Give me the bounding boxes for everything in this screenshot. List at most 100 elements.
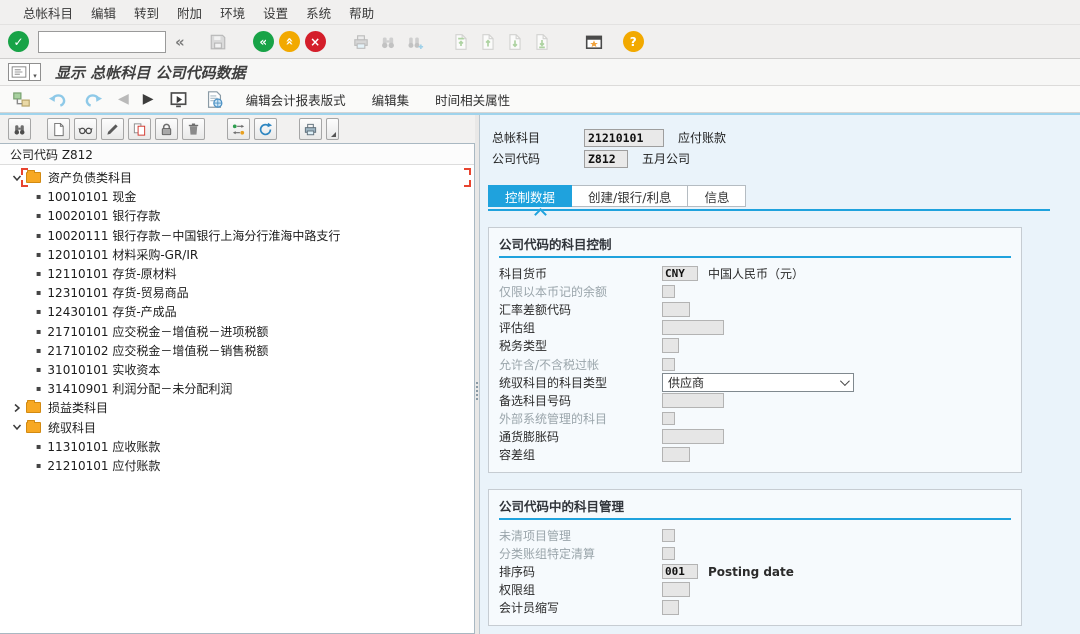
menu-settings[interactable]: 设置 — [254, 0, 297, 25]
chevron-down-icon[interactable] — [12, 173, 22, 183]
command-collapse-icon[interactable]: « — [171, 33, 189, 51]
tree-item-12110101[interactable]: ▪12110101 存货-原材料 — [0, 264, 474, 283]
tax-category-field[interactable] — [662, 338, 679, 353]
tree-folder-balance-sheet[interactable]: 资产负债类科目 — [0, 168, 474, 187]
tree-item-label: 12310101 存货-贸易商品 — [47, 284, 188, 301]
detail-tabs: 控制数据 创建/银行/利息 信息 — [488, 185, 1080, 207]
bullet-icon: ▪ — [36, 288, 41, 297]
refresh-button[interactable] — [254, 118, 277, 140]
first-page-button[interactable] — [450, 31, 472, 53]
tree-item-12430101[interactable]: ▪12430101 存货-产成品 — [0, 302, 474, 321]
find-button[interactable] — [377, 31, 399, 53]
tree-item-12010101[interactable]: ▪12010101 材料采购-GR/IR — [0, 245, 474, 264]
menu-help[interactable]: 帮助 — [340, 0, 383, 25]
valuation-group-field[interactable] — [662, 320, 724, 335]
gl-account-field[interactable]: 21210101 — [584, 129, 664, 147]
tree-item-10010101[interactable]: ▪10010101 现金 — [0, 187, 474, 206]
undo-button[interactable] — [46, 88, 68, 110]
tree-item-21210101[interactable]: ▪21210101 应付账款 — [0, 456, 474, 475]
new-window-star-icon — [585, 33, 603, 51]
find-next-button[interactable] — [404, 31, 426, 53]
menu-extras[interactable]: 附加 — [168, 0, 211, 25]
account-currency-field[interactable]: CNY — [662, 266, 698, 281]
display-change-button[interactable] — [168, 88, 190, 110]
print-button[interactable] — [350, 31, 372, 53]
tab-information[interactable]: 信息 — [688, 185, 746, 207]
tree-folder-recon-accounts[interactable]: 统驭科目 — [0, 417, 474, 436]
authorization-group-field[interactable] — [662, 582, 690, 597]
tree-item-21710101[interactable]: ▪21710101 应交税金－增值税－进项税额 — [0, 322, 474, 341]
display-account-button[interactable] — [74, 118, 97, 140]
edit-set-button[interactable]: 编辑集 — [366, 88, 416, 111]
tree-item-11310101[interactable]: ▪11310101 应收账款 — [0, 437, 474, 456]
tree-item-31010101[interactable]: ▪31010101 实收资本 — [0, 360, 474, 379]
alternative-account-field[interactable] — [662, 393, 724, 408]
inflation-key-field[interactable] — [662, 429, 724, 444]
section-title: 公司代码中的科目管理 — [499, 492, 1011, 518]
enter-button[interactable]: ✓ — [8, 31, 29, 52]
tree-item-12310101[interactable]: ▪ 12310101 存货-贸易商品 — [0, 283, 474, 302]
new-session-button[interactable] — [583, 31, 605, 53]
tolerance-group-field[interactable] — [662, 447, 690, 462]
tree-folder-pl-accounts[interactable]: 损益类科目 — [0, 398, 474, 417]
redo-button[interactable] — [82, 88, 104, 110]
account-document-button[interactable] — [204, 88, 226, 110]
services-dropdown-icon[interactable]: ▾ — [30, 63, 41, 81]
bullet-icon: ▪ — [36, 327, 41, 336]
recon-account-type-select[interactable]: 供应商 — [662, 373, 854, 392]
tree-item-label: 11310101 应收账款 — [47, 438, 160, 455]
form-row: 科目货币 CNY 中国人民币（元） — [499, 264, 1011, 282]
chevron-down-icon[interactable] — [12, 422, 22, 432]
delete-account-button[interactable] — [182, 118, 205, 140]
menu-system[interactable]: 系统 — [297, 0, 340, 25]
page-up-button[interactable] — [477, 31, 499, 53]
edit-financial-statement-version-button[interactable]: 编辑会计报表版式 — [240, 88, 352, 111]
tree-item-31410901[interactable]: ▪31410901 利润分配－未分配利润 — [0, 379, 474, 398]
tree-item-label: 10020101 银行存款 — [47, 207, 160, 224]
glasses-icon — [78, 122, 93, 137]
page-title: 显示 总帐科目 公司代码数据 — [55, 62, 245, 83]
help-button[interactable]: ? — [623, 31, 644, 52]
exchange-rate-diff-field[interactable] — [662, 302, 690, 317]
menu-goto[interactable]: 转到 — [125, 0, 168, 25]
bullet-icon: ▪ — [36, 269, 41, 278]
exit-button[interactable]: « — [279, 31, 300, 52]
menu-environment[interactable]: 环境 — [211, 0, 254, 25]
time-dependent-attributes-button[interactable]: 时间相关属性 — [429, 88, 516, 111]
tab-create-bank-interest[interactable]: 创建/银行/利息 — [572, 185, 688, 207]
menu-gl-account[interactable]: 总帐科目 — [14, 0, 82, 25]
sort-key-field[interactable]: 001 — [662, 564, 698, 579]
block-account-button[interactable] — [155, 118, 178, 140]
pane-splitter[interactable] — [475, 115, 479, 634]
accounting-clerk-field[interactable] — [662, 600, 679, 615]
other-account-button[interactable] — [10, 88, 32, 110]
change-account-button[interactable] — [101, 118, 124, 140]
chevron-right-icon[interactable] — [12, 403, 22, 413]
tree-print-button[interactable] — [299, 118, 322, 140]
field-label: 仅限以本币记的余额 — [499, 283, 662, 300]
tab-control-data[interactable]: 控制数据 — [488, 185, 572, 207]
command-input[interactable] — [38, 31, 166, 53]
menu-bar: 总帐科目 编辑 转到 附加 环境 设置 系统 帮助 — [0, 0, 1080, 25]
print-options-button[interactable] — [326, 118, 339, 140]
tree-item-10020111[interactable]: ▪10020111 银行存款－中国银行上海分行淮海中路支行 — [0, 226, 474, 245]
next-account-icon[interactable]: ▶ — [143, 91, 154, 107]
gui-services-icon[interactable] — [8, 63, 30, 81]
back-button[interactable]: « — [253, 31, 274, 52]
create-account-button[interactable] — [47, 118, 70, 140]
tree-item-10020101[interactable]: ▪10020101 银行存款 — [0, 206, 474, 225]
swap-view-button[interactable] — [227, 118, 250, 140]
page-down-button[interactable] — [504, 31, 526, 53]
tree-item-21710102[interactable]: ▪21710102 应交税金－增值税－销售税额 — [0, 341, 474, 360]
select-value: 供应商 — [668, 374, 704, 391]
folder-icon — [26, 172, 41, 183]
tree-find-button[interactable] — [8, 118, 31, 140]
cancel-button[interactable]: × — [305, 31, 326, 52]
last-page-button[interactable] — [531, 31, 553, 53]
save-button[interactable] — [207, 31, 229, 53]
menu-edit[interactable]: 编辑 — [82, 0, 125, 25]
copy-account-button[interactable] — [128, 118, 151, 140]
section-divider — [499, 256, 1011, 258]
company-code-field[interactable]: Z812 — [584, 150, 628, 168]
splitter-handle[interactable] — [475, 380, 479, 402]
